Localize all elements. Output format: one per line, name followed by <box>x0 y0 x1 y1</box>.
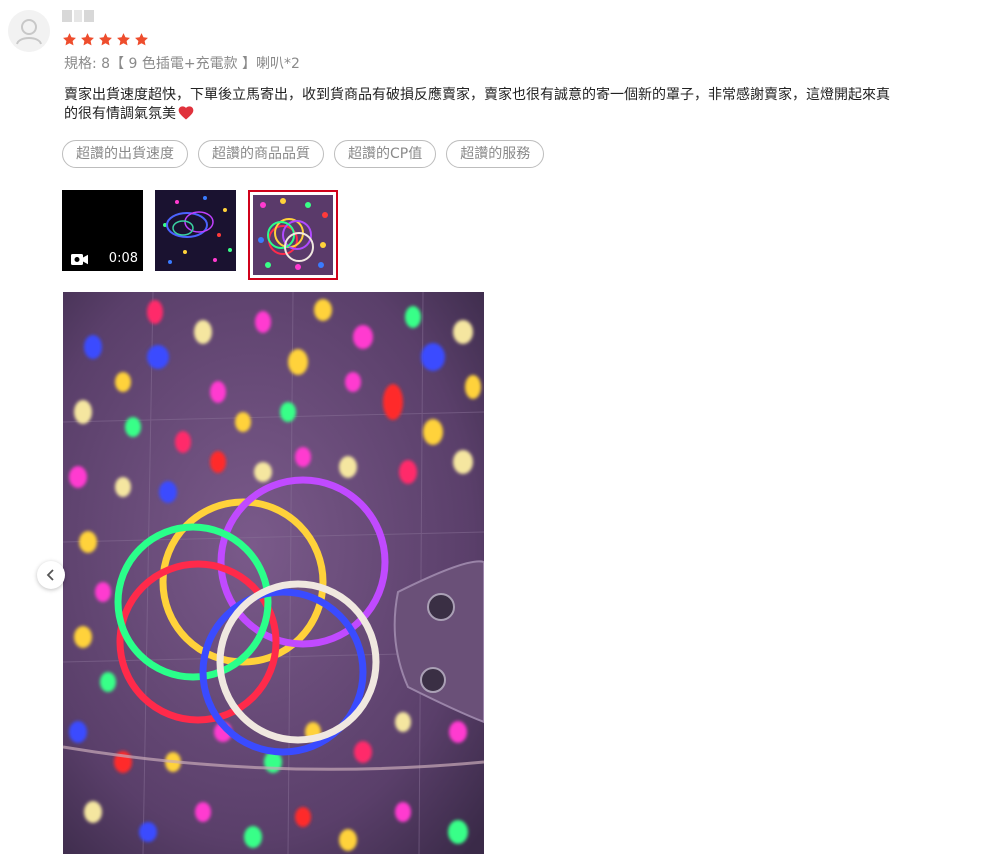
photo-thumbnail-selected[interactable] <box>248 190 338 280</box>
masked-username <box>62 10 94 22</box>
photo-thumbnail[interactable] <box>155 190 236 271</box>
video-duration: 0:08 <box>108 251 138 266</box>
star-icon <box>135 33 148 46</box>
review-photo-large <box>63 292 484 854</box>
review-text-line: 賣家出貨速度超快，下單後立馬寄出，收到貨商品有破損反應賣家，賣家也很有誠意的寄一… <box>64 87 890 103</box>
review-tags: 超讚的出貨速度 超讚的商品品質 超讚的CP值 超讚的服務 <box>62 140 545 168</box>
star-icon <box>81 33 94 46</box>
video-camera-icon <box>71 254 88 265</box>
avatar-placeholder-icon <box>8 10 50 52</box>
review-tag: 超讚的商品品質 <box>198 140 324 168</box>
review-tag: 超讚的出貨速度 <box>62 140 188 168</box>
star-icon <box>117 33 130 46</box>
video-thumbnail[interactable]: 0:08 <box>62 190 143 271</box>
review-tag: 超讚的CP值 <box>334 140 437 168</box>
user-avatar[interactable] <box>8 10 50 52</box>
review-text-line: 的很有情調氣氛美 <box>64 105 999 124</box>
review-tag: 超讚的服務 <box>446 140 545 168</box>
chevron-left-icon <box>46 569 54 581</box>
star-rating <box>62 32 149 47</box>
star-icon <box>99 33 112 46</box>
previous-photo-button[interactable] <box>37 561 65 589</box>
product-variant: 規格: 8【 9 色插電+充電款 】喇叭*2 <box>64 56 300 72</box>
media-thumbnails: 0:08 <box>62 190 338 280</box>
star-icon <box>63 33 76 46</box>
review-text: 賣家出貨速度超快，下單後立馬寄出，收到貨商品有破損反應賣家，賣家也很有誠意的寄一… <box>64 86 999 124</box>
heart-icon <box>178 106 194 120</box>
